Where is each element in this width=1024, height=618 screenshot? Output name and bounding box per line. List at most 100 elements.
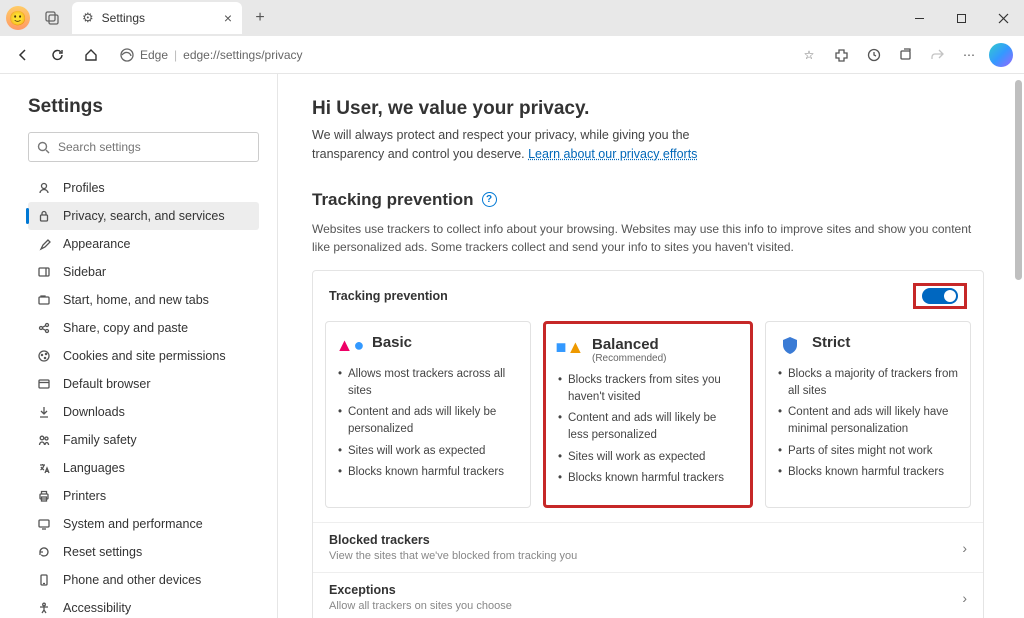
- copilot-icon[interactable]: [986, 40, 1016, 70]
- tracking-card-basic[interactable]: ▲●BasicAllows most trackers across all s…: [325, 321, 531, 509]
- settings-heading: Settings: [28, 96, 259, 118]
- tab-icon: [36, 292, 52, 308]
- toolbar: Edge | edge://settings/privacy ☆ ⋯: [0, 36, 1024, 74]
- card-icon: ▲●: [338, 334, 362, 358]
- blocked-trackers-row[interactable]: Blocked trackers View the sites that we'…: [313, 522, 983, 572]
- tracking-prevention-desc: Websites use trackers to collect info ab…: [312, 220, 984, 256]
- more-icon[interactable]: ⋯: [954, 40, 984, 70]
- greeting-title: Hi User, we value your privacy.: [312, 98, 984, 120]
- printer-icon: [36, 488, 52, 504]
- reset-icon: [36, 544, 52, 560]
- tab-title: Settings: [102, 11, 216, 25]
- sidebar-item-sidebar[interactable]: Sidebar: [28, 258, 259, 286]
- sidebar-item-label: Privacy, search, and services: [63, 209, 225, 223]
- home-button[interactable]: [76, 40, 106, 70]
- sidebar-item-label: Reset settings: [63, 545, 142, 559]
- settings-main: Hi User, we value your privacy. We will …: [278, 74, 1024, 618]
- address-url: edge://settings/privacy: [183, 48, 302, 62]
- tracking-prevention-panel: Tracking prevention ▲●BasicAllows most t…: [312, 270, 984, 618]
- refresh-button[interactable]: [42, 40, 72, 70]
- window-minimize[interactable]: [898, 0, 940, 36]
- edge-logo-icon: [120, 48, 134, 62]
- extensions-icon[interactable]: [826, 40, 856, 70]
- new-tab-button[interactable]: +: [246, 4, 274, 32]
- scrollbar[interactable]: [1015, 80, 1022, 280]
- profile-avatar[interactable]: 🙂: [6, 6, 30, 30]
- sidebar-item-share-copy-and-paste[interactable]: Share, copy and paste: [28, 314, 259, 342]
- tracking-prevention-heading: Tracking prevention ?: [312, 190, 984, 210]
- family-icon: [36, 432, 52, 448]
- search-input[interactable]: [58, 140, 250, 154]
- tracking-card-balanced[interactable]: ■▲Balanced(Recommended)Blocks trackers f…: [543, 321, 753, 509]
- sidebar-item-languages[interactable]: Languages: [28, 454, 259, 482]
- person-icon: [36, 180, 52, 196]
- sidebar-item-label: Family safety: [63, 433, 137, 447]
- cookie-icon: [36, 348, 52, 364]
- card-icon: ■▲: [558, 336, 582, 360]
- perf-icon: [36, 516, 52, 532]
- access-icon: [36, 600, 52, 616]
- settings-sidebar: Settings Profiles Privacy, search, and se…: [0, 74, 278, 618]
- sidebar-item-label: Appearance: [63, 237, 130, 251]
- sidebar-item-label: Default browser: [63, 377, 151, 391]
- tracking-prevention-toggle[interactable]: [922, 288, 958, 304]
- brush-icon: [36, 236, 52, 252]
- collections-icon[interactable]: [890, 40, 920, 70]
- tracking-prevention-label: Tracking prevention: [329, 289, 448, 303]
- sidebar-item-label: Accessibility: [63, 601, 131, 615]
- sidebar-item-reset-settings[interactable]: Reset settings: [28, 538, 259, 566]
- sidebar-item-downloads[interactable]: Downloads: [28, 398, 259, 426]
- privacy-efforts-link[interactable]: Learn about our privacy efforts: [528, 147, 697, 161]
- gear-icon: ⚙: [82, 10, 94, 26]
- sidebar-item-profiles[interactable]: Profiles: [28, 174, 259, 202]
- window-close[interactable]: [982, 0, 1024, 36]
- sidebar-item-default-browser[interactable]: Default browser: [28, 370, 259, 398]
- panel-icon: [36, 264, 52, 280]
- sidebar-item-label: Downloads: [63, 405, 125, 419]
- favorite-icon[interactable]: ☆: [794, 40, 824, 70]
- tracking-card-strict[interactable]: StrictBlocks a majority of trackers from…: [765, 321, 971, 509]
- window-maximize[interactable]: [940, 0, 982, 36]
- sidebar-item-label: Phone and other devices: [63, 573, 201, 587]
- sidebar-item-phone-and-other-devices[interactable]: Phone and other devices: [28, 566, 259, 594]
- search-settings[interactable]: [28, 132, 259, 162]
- sidebar-item-label: Profiles: [63, 181, 105, 195]
- sidebar-item-label: Share, copy and paste: [63, 321, 188, 335]
- workspaces-icon[interactable]: [38, 4, 66, 32]
- sidebar-item-label: Start, home, and new tabs: [63, 293, 209, 307]
- browser-tab[interactable]: ⚙ Settings ×: [72, 2, 242, 34]
- chevron-right-icon: ›: [962, 590, 967, 606]
- sidebar-item-privacy-search-and-services[interactable]: Privacy, search, and services: [28, 202, 259, 230]
- sidebar-item-label: Sidebar: [63, 265, 106, 279]
- sidebar-item-system-and-performance[interactable]: System and performance: [28, 510, 259, 538]
- lang-icon: [36, 460, 52, 476]
- sidebar-item-family-safety[interactable]: Family safety: [28, 426, 259, 454]
- sidebar-item-appearance[interactable]: Appearance: [28, 230, 259, 258]
- settings-nav: Profiles Privacy, search, and services App…: [28, 174, 259, 618]
- card-icon: [778, 334, 802, 358]
- search-icon: [37, 141, 50, 154]
- address-app-label: Edge: [140, 48, 168, 62]
- tracking-toggle-highlight: [913, 283, 967, 309]
- sidebar-item-printers[interactable]: Printers: [28, 482, 259, 510]
- chevron-right-icon: ›: [962, 540, 967, 556]
- download-icon: [36, 404, 52, 420]
- sidebar-item-accessibility[interactable]: Accessibility: [28, 594, 259, 618]
- sidebar-item-cookies-and-site-permissions[interactable]: Cookies and site permissions: [28, 342, 259, 370]
- lock-icon: [36, 208, 52, 224]
- phone-icon: [36, 572, 52, 588]
- address-bar[interactable]: Edge | edge://settings/privacy: [110, 41, 790, 69]
- titlebar: 🙂 ⚙ Settings × +: [0, 0, 1024, 36]
- history-icon[interactable]: [858, 40, 888, 70]
- content: Settings Profiles Privacy, search, and se…: [0, 74, 1024, 618]
- greeting-body: We will always protect and respect your …: [312, 126, 732, 164]
- back-button[interactable]: [8, 40, 38, 70]
- help-icon[interactable]: ?: [482, 192, 497, 207]
- close-tab-icon[interactable]: ×: [224, 10, 232, 26]
- sidebar-item-label: Languages: [63, 461, 125, 475]
- sidebar-item-label: System and performance: [63, 517, 203, 531]
- sidebar-item-start-home-and-new-tabs[interactable]: Start, home, and new tabs: [28, 286, 259, 314]
- share-icon: [36, 320, 52, 336]
- share-icon[interactable]: [922, 40, 952, 70]
- exceptions-row[interactable]: Exceptions Allow all trackers on sites y…: [313, 572, 983, 618]
